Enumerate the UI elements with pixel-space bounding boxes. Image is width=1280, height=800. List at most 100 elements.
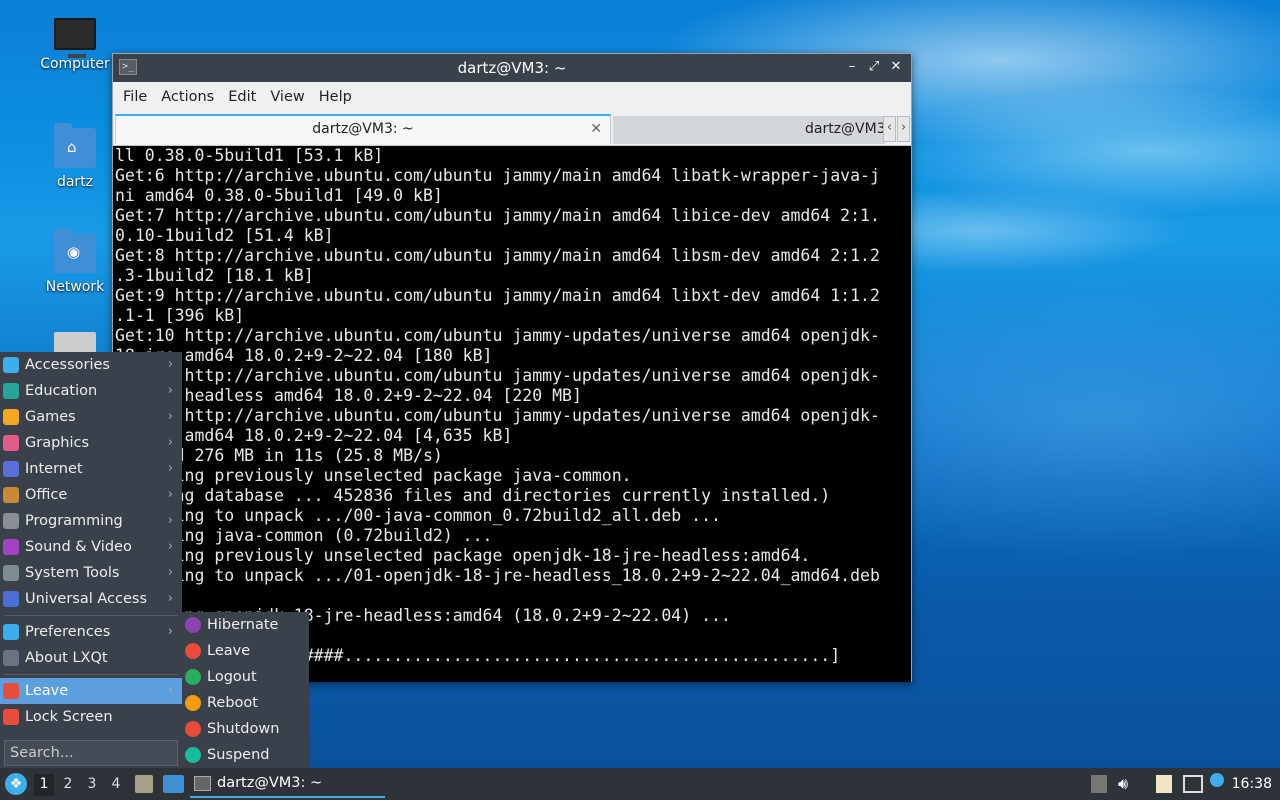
menu-help[interactable]: Help bbox=[312, 89, 359, 105]
terminal-line: .1-1 [396 kB] bbox=[115, 306, 245, 325]
menu-item-label: Lock Screen bbox=[25, 709, 113, 725]
clipboard-icon[interactable] bbox=[1156, 775, 1172, 793]
close-icon[interactable]: ✕ bbox=[887, 58, 905, 76]
desktop-icon-computer[interactable]: Computer bbox=[35, 18, 115, 72]
tray-up-icon[interactable] bbox=[1091, 775, 1107, 793]
terminal-line: Preparing to unpack .../01-openjdk-18-jr… bbox=[115, 566, 880, 585]
search-input[interactable]: Search... bbox=[4, 740, 178, 766]
file-manager-icon[interactable] bbox=[135, 775, 153, 793]
terminal-line: 18-jre-headless amd64 18.0.2+9-2~22.04 [… bbox=[115, 386, 582, 405]
terminal-line: Preparing to unpack .../00-java-common_0… bbox=[115, 506, 721, 525]
menu-item-games[interactable]: Games › bbox=[0, 404, 182, 430]
menu-item-label: Accessories bbox=[25, 357, 110, 373]
network-icon[interactable] bbox=[1183, 775, 1203, 793]
menu-separator bbox=[4, 674, 178, 675]
menu-item-leave[interactable]: Leave bbox=[182, 638, 309, 664]
desktop-switch-3[interactable]: 3 bbox=[82, 774, 102, 796]
task-label: dartz@VM3: ~ bbox=[217, 775, 323, 791]
updates-icon[interactable] bbox=[1210, 773, 1224, 787]
menu-item-graphics[interactable]: Graphics › bbox=[0, 430, 182, 456]
menu-item-about-lxqt[interactable]: About LXQt bbox=[0, 645, 182, 671]
desktop-icon-label: Network bbox=[45, 279, 105, 295]
menu-item-label: Leave bbox=[207, 643, 251, 659]
tab-scroll-right-icon[interactable]: › bbox=[897, 116, 910, 142]
desktop-switch-4[interactable]: 4 bbox=[106, 774, 126, 796]
taskbar: ❖ 1 2 3 4 dartz@VM3: ~ 🔊︎ 16:38 bbox=[0, 768, 1280, 800]
chevron-right-icon: › bbox=[167, 565, 173, 580]
tab-terminal-1[interactable]: dartz@VM3: ~ ✕ bbox=[115, 114, 611, 144]
minimize-icon[interactable]: – bbox=[843, 58, 861, 76]
menu-item-label: Shutdown bbox=[207, 721, 280, 737]
desktop-icon-home[interactable]: ⌂ dartz bbox=[35, 123, 115, 190]
terminal-line: Unpacking java-common (0.72build2) ... bbox=[115, 526, 493, 545]
menu-item-label: Preferences bbox=[25, 624, 111, 640]
terminal-line: Get:10 http://archive.ubuntu.com/ubuntu … bbox=[115, 326, 880, 345]
games-icon bbox=[3, 409, 19, 425]
menu-item-internet[interactable]: Internet › bbox=[0, 456, 182, 482]
desktop-switch-1[interactable]: 1 bbox=[34, 774, 54, 796]
start-menu: Accessories › Education › Games › Graphics › Int… bbox=[0, 352, 182, 768]
chevron-right-icon: › bbox=[167, 624, 173, 639]
menu-item-label: Internet bbox=[25, 461, 83, 477]
menu-item-hibernate[interactable]: Hibernate bbox=[182, 612, 309, 638]
education-icon bbox=[3, 383, 19, 399]
menu-item-logout[interactable]: Logout bbox=[182, 664, 309, 690]
menu-item-accessories[interactable]: Accessories › bbox=[0, 352, 182, 378]
terminal-line: 18-jdk amd64 18.0.2+9-2~22.04 [4,635 kB] bbox=[115, 426, 513, 445]
terminal-line: Selecting previously unselected package … bbox=[115, 466, 632, 485]
menu-item-system-tools[interactable]: System Tools › bbox=[0, 560, 182, 586]
desktop-icon-label: Computer bbox=[40, 56, 110, 72]
menu-item-label: Leave bbox=[25, 683, 69, 699]
desktop-switch-2[interactable]: 2 bbox=[58, 774, 78, 796]
desktop-icon-network[interactable]: ◉ Network bbox=[35, 228, 115, 295]
menu-item-label: Sound & Video bbox=[25, 539, 132, 555]
volume-icon[interactable]: 🔊︎ bbox=[1118, 775, 1136, 793]
menu-item-office[interactable]: Office › bbox=[0, 482, 182, 508]
menu-item-suspend[interactable]: Suspend bbox=[182, 742, 309, 768]
clock[interactable]: 16:38 bbox=[1232, 768, 1272, 800]
terminal-icon: >_ bbox=[119, 59, 137, 75]
menu-item-lock-screen[interactable]: Lock Screen bbox=[0, 704, 182, 730]
network-folder-icon: ◉ bbox=[54, 228, 96, 273]
chevron-right-icon: › bbox=[167, 435, 173, 450]
show-desktop-icon[interactable] bbox=[163, 775, 184, 793]
tab-terminal-2[interactable]: dartz@VM3: ~ bbox=[613, 116, 885, 144]
menu-item-preferences[interactable]: Preferences › bbox=[0, 619, 182, 645]
maximize-icon[interactable]: ⤢ bbox=[865, 58, 883, 76]
window-title: dartz@VM3: ~ bbox=[457, 59, 567, 77]
menu-item-shutdown[interactable]: Shutdown bbox=[182, 716, 309, 742]
terminal-line: 18-jre amd64 18.0.2+9-2~22.04 [180 kB] bbox=[115, 346, 493, 365]
menu-item-leave[interactable]: Leave › bbox=[0, 678, 182, 704]
menu-edit[interactable]: Edit bbox=[221, 89, 263, 105]
office-icon bbox=[3, 487, 19, 503]
menu-item-reboot[interactable]: Reboot bbox=[182, 690, 309, 716]
chevron-right-icon: › bbox=[167, 539, 173, 554]
info-icon bbox=[3, 650, 19, 666]
window-titlebar[interactable]: >_ dartz@VM3: ~ – ⤢ ✕ bbox=[113, 54, 911, 82]
menu-item-label: Graphics bbox=[25, 435, 90, 451]
tab-close-icon[interactable]: ✕ bbox=[590, 116, 602, 143]
power-icon bbox=[3, 683, 19, 699]
taskbar-task-terminal[interactable]: dartz@VM3: ~ bbox=[190, 770, 385, 798]
lock-icon bbox=[3, 709, 19, 725]
menu-actions[interactable]: Actions bbox=[154, 89, 221, 105]
menu-item-education[interactable]: Education › bbox=[0, 378, 182, 404]
terminal-icon bbox=[194, 776, 211, 791]
menu-item-sound-video[interactable]: Sound & Video › bbox=[0, 534, 182, 560]
terminal-output[interactable]: ll 0.38.0-5build1 [53.1 kB] Get:6 http://… bbox=[113, 146, 911, 682]
terminal-line: (Reading database ... 452836 files and d… bbox=[115, 486, 831, 505]
menu-item-label: Suspend bbox=[207, 747, 270, 763]
terminal-line: Get:8 http://archive.ubuntu.com/ubuntu j… bbox=[115, 246, 880, 265]
menu-file[interactable]: File bbox=[116, 89, 154, 105]
terminal-window[interactable]: >_ dartz@VM3: ~ – ⤢ ✕ File Actions Edit … bbox=[112, 53, 912, 682]
chevron-right-icon: › bbox=[167, 591, 173, 606]
chevron-right-icon: › bbox=[167, 487, 173, 502]
menu-item-label: Reboot bbox=[207, 695, 258, 711]
menu-view[interactable]: View bbox=[263, 89, 311, 105]
tab-scroll-left-icon[interactable]: ‹ bbox=[883, 116, 896, 142]
terminal-line: Get:9 http://archive.ubuntu.com/ubuntu j… bbox=[115, 286, 880, 305]
start-menu-button[interactable]: ❖ bbox=[5, 773, 27, 795]
menu-item-universal-access[interactable]: Universal Access › bbox=[0, 586, 182, 612]
menu-item-programming[interactable]: Programming › bbox=[0, 508, 182, 534]
programming-icon bbox=[3, 513, 19, 529]
